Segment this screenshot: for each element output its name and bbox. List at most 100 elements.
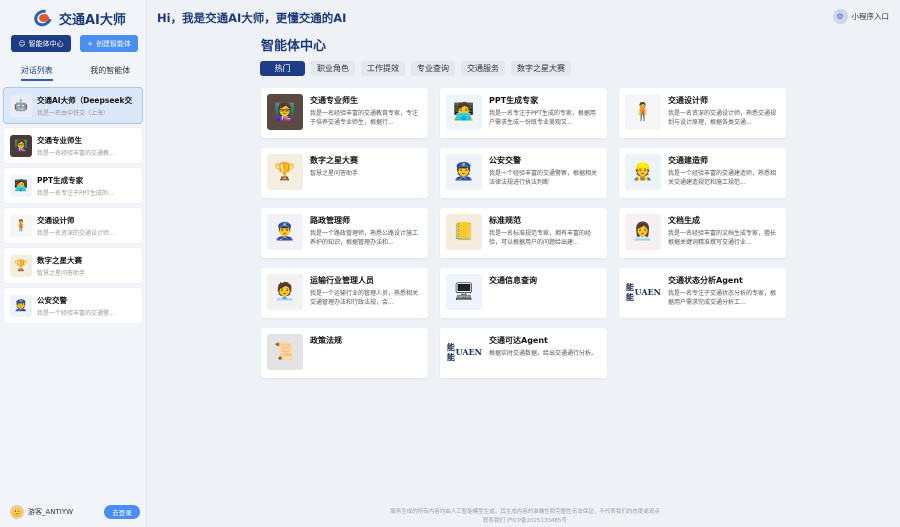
agent-card[interactable]: 👷 交通建造师 我是一个经验丰富的交通建造师，熟悉相关交通建造规范和施工规范... bbox=[619, 148, 786, 198]
greeting-title: Hi，我是交通AI大师，更懂交通的AI bbox=[157, 11, 347, 25]
wordmark-icon: 能能 UAEN bbox=[446, 334, 482, 370]
book-icon: 📒 bbox=[446, 214, 482, 250]
agent-card-title: 交通状态分析Agent bbox=[668, 276, 743, 285]
chat-desc: 我是一名资深的交通设计师... bbox=[37, 229, 115, 237]
category-tabs: 热门 职业角色 工作提效 专业查询 交通服务 数字之星大赛 bbox=[260, 61, 571, 76]
tab-professional-roles[interactable]: 职业角色 bbox=[311, 61, 355, 76]
chat-list: 🤖 交通AI大师（Deepseek交 我是一名由中铁交（上海） 👩‍🏫 交通专业师… bbox=[3, 87, 143, 327]
agent-card-desc: 我是一名标准规范专家，拥有丰富的经验，可以根据用户的问题给出建... bbox=[489, 230, 592, 246]
agent-card-title: 数字之星大赛 bbox=[310, 156, 358, 165]
agent-card-title: 公安交警 bbox=[489, 156, 521, 165]
agent-card[interactable]: 👩‍💼 文档生成我是一名经验丰富的文档生成专家，擅长根据关键词精准撰写交通行业.… bbox=[619, 208, 786, 258]
agent-card-desc: 我是一名经验丰富的交通教育专家，专注于培养交通专业师生，根据行... bbox=[310, 110, 419, 126]
logo-icon bbox=[31, 6, 55, 30]
agent-card[interactable]: 📜 政策法规 bbox=[261, 328, 428, 378]
tab-hot[interactable]: 热门 bbox=[260, 61, 305, 76]
trophy-icon: 🏆 bbox=[10, 254, 32, 277]
wordmark-line: UAEN bbox=[455, 347, 482, 357]
chat-name: 交通AI大师（Deepseek交 bbox=[37, 95, 132, 105]
agent-card-title: 标准规范 bbox=[489, 216, 521, 225]
user-name: 游客_ANTIYW bbox=[28, 508, 74, 516]
chat-desc: 我是一个经验丰富的交通警... bbox=[37, 309, 115, 317]
agent-center-button[interactable]: ☺ 智能体中心 bbox=[11, 35, 71, 52]
chat-item[interactable]: 🧍 交通设计师我是一名资深的交通设计师... bbox=[3, 207, 143, 244]
chat-item[interactable]: 🧑‍💻 PPT生成专家 我是一名专注于PPT生成的... bbox=[3, 167, 143, 204]
agent-card[interactable]: 能能 UAEN 交通可达Agent 根据实时交通数据，给出交通通行分析。 bbox=[440, 328, 607, 378]
police-icon: 👮 bbox=[446, 154, 482, 190]
tab-traffic-service[interactable]: 交通服务 bbox=[461, 61, 505, 76]
create-agent-label: 创建智能体 bbox=[95, 39, 131, 48]
agent-card-title: 交通建造师 bbox=[668, 156, 708, 165]
tab-chat-list-label: 对话列表 bbox=[20, 65, 53, 81]
agent-card-title: 政策法规 bbox=[310, 336, 342, 345]
chat-name: 数字之星大赛 bbox=[37, 255, 82, 265]
agent-card[interactable]: 📒 标准规范我是一名标准规范专家，拥有丰富的经验，可以根据用户的问题给出建... bbox=[440, 208, 607, 258]
tab-my-agents-label: 我的智能体 bbox=[90, 66, 131, 75]
teacher-icon: 👩‍🏫 bbox=[10, 134, 32, 157]
agent-card[interactable]: 能能 UAEN 交通状态分析Agent 我是一名专注于交通状态分析的专家，根据用户需… bbox=[619, 268, 786, 318]
chat-item[interactable]: 🏆 数字之星大赛 智慧之星问答助手 bbox=[3, 247, 143, 284]
agent-card-desc: 我是一名经验丰富的文档生成专家，擅长根据关键词精准撰写交通行业... bbox=[668, 230, 777, 246]
tab-digital-star[interactable]: 数字之星大赛 bbox=[511, 61, 571, 76]
chat-desc: 我是一名经验丰富的交通教... bbox=[37, 149, 115, 157]
agent-card[interactable]: 🏆 数字之星大赛 智慧之星问答助手 bbox=[261, 148, 428, 198]
designer-icon: 🧍 bbox=[10, 214, 32, 237]
chat-desc: 我是一名由中铁交（上海） bbox=[37, 109, 110, 117]
create-agent-button[interactable]: + 创建智能体 bbox=[80, 35, 138, 52]
agent-card-title: 运输行业管理人员 bbox=[310, 276, 374, 285]
agent-card-desc: 我是一个路政管理师，熟悉公路设计施工养护的知识，根据管理办法和... bbox=[310, 230, 419, 246]
builder-icon: 👷 bbox=[625, 154, 661, 190]
footer: 服务生成的所有内容均由人工智能模型生成，其生成内容的准确性和完整性无法保证，不代… bbox=[330, 508, 720, 526]
agent-card-title: 交通设计师 bbox=[668, 96, 708, 105]
agent-card-desc: 我是一名专注于PPT生成的专家，根据用户需求生成一份既专业美观又... bbox=[489, 110, 596, 126]
page-title: 智能体中心 bbox=[261, 39, 327, 54]
agent-card[interactable]: 🧑‍💼 运输行业管理人员 我是一个运输行业的管理人员，熟悉相关交通管理办法和行政法… bbox=[261, 268, 428, 318]
chat-name: 公安交警 bbox=[37, 295, 67, 305]
agent-card-title: 文档生成 bbox=[668, 216, 700, 225]
presenter-icon: 🧑‍💻 bbox=[10, 174, 32, 197]
chat-desc: 我是一名专注于PPT生成的... bbox=[37, 189, 114, 197]
chat-item[interactable]: 👩‍🏫 交通专业师生我是一名经验丰富的交通教... bbox=[3, 127, 143, 164]
presenter-icon: 🧑‍💻 bbox=[446, 94, 482, 130]
agent-card[interactable]: 🧍 交通设计师我是一名资深的交通设计师，熟悉交通规划与设计原理，根据各类交通..… bbox=[619, 88, 786, 138]
tab-chat-list[interactable]: 对话列表 bbox=[0, 65, 74, 83]
writer-icon: 👩‍💼 bbox=[625, 214, 661, 250]
agent-card[interactable]: 👩‍🏫 交通专业师生我是一名经验丰富的交通教育专家，专注于培养交通专业师生，根据… bbox=[261, 88, 428, 138]
tab-my-agents[interactable]: 我的智能体 bbox=[74, 65, 148, 83]
chat-name: 交通设计师 bbox=[37, 215, 75, 225]
mini-program-entry[interactable]: ⚙ 小程序入口 bbox=[832, 9, 890, 24]
agent-card-desc: 我是一个经验丰富的交通警察，根据相关法律法规进行执法判断 bbox=[489, 170, 598, 186]
footer-contact[interactable]: 联系我们 沪ICP备2025133485号 bbox=[330, 517, 720, 526]
agent-card-title: PPT生成专家 bbox=[489, 96, 539, 105]
login-button[interactable]: 去登录 bbox=[104, 505, 140, 519]
chat-item[interactable]: 🤖 交通AI大师（Deepseek交 我是一名由中铁交（上海） bbox=[3, 87, 143, 124]
agent-card[interactable]: 🧑‍💻 PPT生成专家我是一名专注于PPT生成的专家，根据用户需求生成一份既专业… bbox=[440, 88, 607, 138]
agent-card-desc: 我是一个运输行业的管理人员，熟悉相关交通管理办法和行政法规，会... bbox=[310, 290, 419, 306]
agent-card[interactable]: 🖥 交通信息查询 bbox=[440, 268, 607, 318]
agent-card[interactable]: 👮‍♂️ 路政管理师 我是一个路政管理师，熟悉公路设计施工养护的知识，根据管理办法… bbox=[261, 208, 428, 258]
teacher-icon: 👩‍🏫 bbox=[267, 94, 303, 130]
robot-icon: 🤖 bbox=[10, 94, 32, 117]
app-title: 交通AI大师 bbox=[59, 12, 126, 28]
police-icon: 👮 bbox=[10, 294, 32, 317]
agent-card-desc bbox=[489, 289, 601, 307]
agent-card-desc bbox=[310, 349, 422, 367]
trophy-icon: 🏆 bbox=[267, 154, 303, 190]
agent-card[interactable]: 👮 公安交警我是一个经验丰富的交通警察，根据相关法律法规进行执法判断 bbox=[440, 148, 607, 198]
agent-card-title: 交通专业师生 bbox=[310, 96, 358, 105]
plus-icon: + bbox=[87, 39, 93, 48]
chat-item[interactable]: 👮 公安交警我是一个经验丰富的交通警... bbox=[3, 287, 143, 324]
chat-name: 交通专业师生 bbox=[37, 135, 82, 145]
designer-icon: 🧍 bbox=[625, 94, 661, 130]
agent-card-desc: 智慧之星问答助手 bbox=[310, 170, 359, 177]
wordmark-line: 能能 bbox=[625, 282, 634, 302]
wordmark-line: UAEN bbox=[634, 287, 661, 297]
tab-professional-query[interactable]: 专业查询 bbox=[411, 61, 455, 76]
app-logo[interactable]: 交通AI大师 bbox=[31, 6, 126, 30]
mini-program-label: 小程序入口 bbox=[851, 12, 890, 21]
agent-card-desc: 我是一名资深的交通设计师，熟悉交通规划与设计原理，根据各类交通... bbox=[668, 110, 777, 126]
tab-work-efficiency[interactable]: 工作提效 bbox=[361, 61, 405, 76]
sidebar-tabs: 对话列表 我的智能体 bbox=[0, 65, 147, 83]
avatar[interactable]: 🙂 bbox=[10, 505, 24, 519]
agent-card-desc: 我是一名专注于交通状态分析的专家，根据用户需求完成交通分析工... bbox=[668, 290, 777, 306]
